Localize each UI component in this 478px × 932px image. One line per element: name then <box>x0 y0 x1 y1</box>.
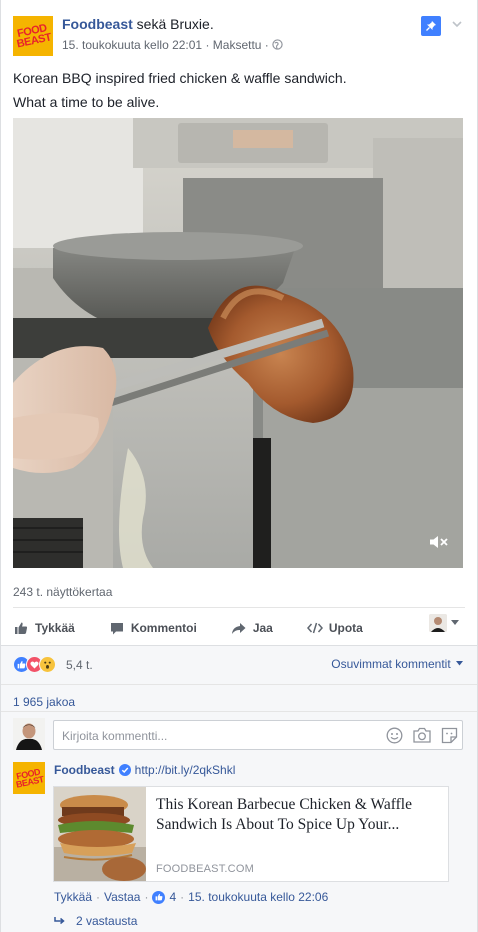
comment-like-count[interactable]: 4 <box>169 890 176 904</box>
video-player[interactable] <box>13 118 463 568</box>
video-frame <box>13 118 463 568</box>
comment-input-placeholder: Kirjoita kommentti... <box>62 729 168 743</box>
thumbs-up-icon <box>13 621 29 635</box>
comment-author-name[interactable]: Foodbeast <box>54 763 115 777</box>
comment-reply-link[interactable]: Vastaa <box>104 890 140 904</box>
reply-arrow-icon <box>54 917 65 925</box>
caret-down-icon <box>456 661 463 666</box>
comment-button[interactable]: Kommentoi <box>109 621 197 635</box>
verified-badge-icon <box>118 764 131 776</box>
post-actions-bar: Tykkää Kommentoi Jaa Upota <box>13 614 465 642</box>
reaction-summary[interactable]: 5,4 t. <box>13 656 93 673</box>
sticker-icon[interactable] <box>441 727 458 747</box>
post-text-line: What a time to be alive. <box>13 94 160 110</box>
comment-link[interactable]: http://bit.ly/2qkShkl <box>135 763 236 777</box>
post-meta: 15. toukokuuta kello 22:01 · Maksettu · <box>62 38 283 52</box>
post-text-line: Korean BBQ inspired fried chicken & waff… <box>13 70 347 86</box>
reaction-count: 5,4 t. <box>66 657 93 672</box>
share-button[interactable]: Jaa <box>231 621 273 635</box>
avatar <box>429 614 447 632</box>
view-replies-link[interactable]: 2 vastausta <box>54 914 137 928</box>
comment-timestamp[interactable]: 15. toukokuuta kello 22:06 <box>188 890 328 904</box>
comment-actions: Tykkää · Vastaa · 4 · 15. toukokuuta kel… <box>54 890 329 904</box>
post-header: FOOD BEAST Foodbeast sekä Bruxie. 15. to… <box>13 12 465 56</box>
divider <box>1 684 477 685</box>
page-name-link[interactable]: Foodbeast <box>62 16 133 32</box>
share-label: Jaa <box>252 621 273 635</box>
divider <box>1 711 477 712</box>
chevron-down-icon[interactable] <box>449 16 465 32</box>
link-preview-image <box>54 787 146 881</box>
current-user-avatar[interactable] <box>13 718 45 750</box>
divider <box>13 607 465 608</box>
post-author-line: Foodbeast sekä Bruxie. <box>62 16 214 32</box>
embed-button[interactable]: Upota <box>306 621 363 635</box>
link-preview-title: This Korean Barbecue Chicken & Waffle Sa… <box>156 796 412 833</box>
comment-sort-label: Osuvimmat kommentit <box>331 657 451 671</box>
comment-header: Foodbeast http://bit.ly/2qkShkl <box>54 763 235 777</box>
speaker-muted-icon[interactable] <box>429 535 449 552</box>
with-text[interactable]: sekä Bruxie. <box>137 16 214 32</box>
comment-author-avatar[interactable]: FOOD BEAST <box>13 762 45 794</box>
post-text: Korean BBQ inspired fried chicken & waff… <box>13 66 347 114</box>
comment-like-link[interactable]: Tykkää <box>54 890 92 904</box>
page-avatar[interactable]: FOOD BEAST <box>13 16 53 56</box>
link-preview-card[interactable]: This Korean Barbecue Chicken & Waffle Sa… <box>53 786 449 882</box>
code-icon <box>306 621 323 635</box>
comment-logo-text: FOOD BEAST <box>15 766 45 790</box>
actor-selector[interactable] <box>429 614 459 632</box>
composer-tools <box>386 727 458 747</box>
link-preview-domain: FOODBEAST.COM <box>156 863 254 875</box>
camera-icon[interactable] <box>413 727 431 747</box>
like-button[interactable]: Tykkää <box>13 621 75 635</box>
page-logo-text: FOOD BEAST <box>15 22 53 51</box>
embed-label: Upota <box>328 621 363 635</box>
post-timestamp[interactable]: 15. toukokuuta kello 22:01 <box>62 38 202 52</box>
comment-label: Kommentoi <box>130 621 197 635</box>
like-label: Tykkää <box>35 621 75 635</box>
thumbs-up-icon <box>152 890 166 904</box>
globe-icon <box>272 39 283 50</box>
pin-icon[interactable] <box>421 16 441 36</box>
comment-sort-dropdown[interactable]: Osuvimmat kommentit <box>331 657 463 671</box>
sponsored-label[interactable]: Maksettu <box>213 38 262 52</box>
wow-reaction-icon <box>39 656 56 673</box>
comment-composer[interactable]: Kirjoita kommentti... <box>53 720 463 750</box>
share-count[interactable]: 1 965 jakoa <box>13 695 75 709</box>
comment-icon <box>109 621 125 635</box>
emoji-icon[interactable] <box>386 727 403 747</box>
video-view-count: 243 t. näyttökertaa <box>13 585 113 599</box>
caret-down-icon <box>451 620 459 625</box>
replies-count: 2 vastausta <box>76 914 138 928</box>
share-arrow-icon <box>231 621 247 635</box>
post-card: FOOD BEAST Foodbeast sekä Bruxie. 15. to… <box>0 0 478 932</box>
